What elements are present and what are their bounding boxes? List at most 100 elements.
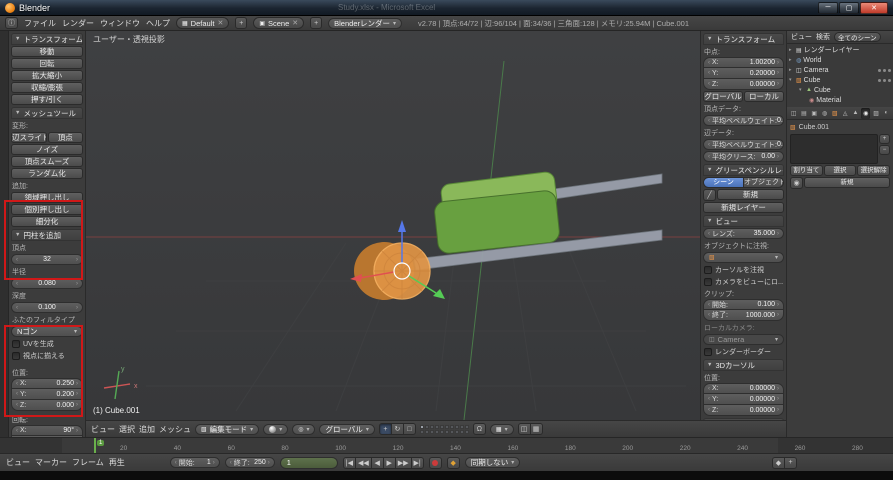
edge-bevel-weight-field[interactable]: 平均ベベルウェイト:0.00 <box>703 139 784 150</box>
select-button[interactable]: 選択 <box>824 165 857 176</box>
location-y-field[interactable]: Y:0.200 <box>11 389 83 400</box>
tab-render-icon[interactable]: ◫ <box>789 108 798 119</box>
expand-icon[interactable]: ▸ <box>789 47 794 53</box>
mode-dropdown[interactable]: ▧ 編集モード <box>195 424 259 435</box>
shading-dropdown[interactable] <box>263 424 288 435</box>
expand-icon[interactable]: ▸ <box>789 67 794 73</box>
frame-start-field[interactable]: 開始: 1 <box>170 457 220 468</box>
tab-render-layers-icon[interactable]: ▤ <box>799 108 808 119</box>
depth-field[interactable]: 0.100 <box>11 302 83 313</box>
local-camera-field[interactable]: ◫ Camera <box>703 334 784 345</box>
vertices-field[interactable]: 32 <box>11 254 83 265</box>
smooth-vertex-button[interactable]: 頂点スムーズ <box>11 156 83 167</box>
add-layout-button[interactable]: + <box>235 17 247 29</box>
lock-to-cursor-checkbox[interactable]: カーソルを注視 <box>704 265 783 275</box>
align-to-view-checkbox[interactable]: 視点に揃える <box>12 351 82 361</box>
keying-set-icon[interactable]: ◆ <box>447 457 460 469</box>
randomize-button[interactable]: ランダム化 <box>11 168 83 179</box>
median-x-field[interactable]: X:1.00200 <box>703 57 784 68</box>
menu-help[interactable]: ヘルプ <box>146 18 170 29</box>
local-button[interactable]: ローカル <box>744 91 784 102</box>
close-button[interactable]: ✕ <box>860 2 888 14</box>
add-slot-button[interactable]: + <box>879 134 890 144</box>
minimize-button[interactable]: ─ <box>818 2 838 14</box>
panel-header-grease-pencil[interactable]: ▼ グリースペンシルレイ... <box>703 164 784 176</box>
tab-texture-icon[interactable]: ▨ <box>871 108 880 119</box>
menu-render[interactable]: レンダー <box>62 18 94 29</box>
viewport-canvas[interactable]: x y <box>86 31 700 420</box>
snap-magnet-icon[interactable]: Ω <box>473 423 486 435</box>
menu-mesh[interactable]: メッシュ <box>159 424 191 435</box>
scale-button[interactable]: 拡大縮小 <box>11 70 83 81</box>
remove-slot-button[interactable]: − <box>879 145 890 155</box>
panel-header-3d-cursor[interactable]: ▼ 3Dカーソル <box>703 359 784 371</box>
edge-slide-button[interactable]: 辺スライド <box>11 132 47 143</box>
tab-scene-icon[interactable]: ▣ <box>810 108 819 119</box>
shrink-fatten-button[interactable]: 収縮/膨張 <box>11 82 83 93</box>
layout-unlink-icon[interactable]: ✕ <box>217 19 223 27</box>
tab-object[interactable]: オブジェクト <box>744 177 784 188</box>
timeline-menu-view[interactable]: ビュー <box>6 457 30 468</box>
cap-fill-dropdown[interactable]: Nゴン <box>11 326 83 337</box>
render-engine-selector[interactable]: Blenderレンダー <box>328 18 402 29</box>
vertex-bevel-weight-field[interactable]: 平均ベベルウェイト:0.00 <box>703 115 784 126</box>
cursor-y-field[interactable]: Y:0.00000 <box>703 394 784 405</box>
snap-element-dropdown[interactable]: ▦ <box>490 424 514 435</box>
location-x-field[interactable]: X:0.250 <box>11 378 83 389</box>
clip-start-field[interactable]: 開始:0.100 <box>703 299 784 310</box>
editor-type-icon[interactable]: ⓘ <box>5 17 18 29</box>
lock-to-object-field[interactable]: ▧ <box>703 252 784 263</box>
delete-keyframe-button[interactable]: + <box>784 457 797 469</box>
cursor-z-field[interactable]: Z:0.00000 <box>703 405 784 416</box>
rotation-x-field[interactable]: X:90° <box>11 425 83 436</box>
screen-layout-selector[interactable]: ▦ Default ✕ <box>176 17 229 29</box>
extrude-individual-button[interactable]: 個別押し出し <box>11 204 83 215</box>
av-sync-dropdown[interactable]: 同期しない <box>465 457 521 468</box>
panel-header-view[interactable]: ▼ ビュー <box>703 215 784 227</box>
cylinder-object[interactable] <box>354 242 430 300</box>
new-material-button[interactable]: 新規 <box>804 177 890 188</box>
outliner-item-renderlayers[interactable]: ▸ ▤ レンダーレイヤー <box>789 45 891 55</box>
panel-header-meshtools[interactable]: ▼ メッシュツール <box>11 107 83 119</box>
new-layer-button[interactable]: 新規レイヤー <box>703 202 784 213</box>
scale-manipulator-icon[interactable]: □ <box>403 423 416 435</box>
translate-button[interactable]: 移動 <box>11 46 83 57</box>
jump-to-end-button[interactable]: ▶| <box>411 457 424 469</box>
expand-icon[interactable]: ▾ <box>789 77 794 83</box>
expand-icon[interactable]: ▸ <box>789 57 794 63</box>
panel-header-transform[interactable]: ▼ トランスフォーム <box>11 33 83 45</box>
scene-selector[interactable]: ▣ Scene ✕ <box>253 17 304 29</box>
menu-window[interactable]: ウィンドウ <box>100 18 140 29</box>
radius-field[interactable]: 0.080 <box>11 278 83 289</box>
scene-unlink-icon[interactable]: ✕ <box>292 19 298 27</box>
orientation-dropdown[interactable]: グローバル <box>319 424 374 435</box>
pivot-dropdown[interactable]: ◎ <box>292 424 315 435</box>
outliner-filter-dropdown[interactable]: 全てのシーン <box>834 32 881 42</box>
maximize-button[interactable]: ▢ <box>839 2 859 14</box>
assign-button[interactable]: 割り当て <box>790 165 823 176</box>
next-keyframe-button[interactable]: ▶▶ <box>395 457 412 469</box>
current-frame-field[interactable]: 1 <box>280 457 338 469</box>
outliner-item-camera[interactable]: ▸ ◫ Camera <box>789 65 891 75</box>
lock-camera-checkbox[interactable]: カメラをビューにロ... <box>704 277 783 287</box>
location-z-field[interactable]: Z:0.000 <box>11 400 83 411</box>
tab-object-icon[interactable]: ▧ <box>830 108 839 119</box>
rotate-button[interactable]: 回転 <box>11 58 83 69</box>
restriction-icons[interactable] <box>878 69 891 72</box>
push-pull-button[interactable]: 押す/引く <box>11 94 83 105</box>
global-button[interactable]: グローバル <box>703 91 743 102</box>
vertex-slide-button[interactable]: 頂点 <box>48 132 84 143</box>
timeline-menu-playback[interactable]: 再生 <box>109 457 125 468</box>
layer-grid[interactable] <box>420 425 469 434</box>
panel-header-transform[interactable]: ▼ トランスフォーム <box>703 33 784 45</box>
outliner-menu-search[interactable]: 検索 <box>816 32 830 42</box>
restriction-icons[interactable] <box>878 79 891 82</box>
mean-crease-field[interactable]: 平均クリース:0.00 <box>703 151 784 162</box>
menu-view[interactable]: ビュー <box>91 424 115 435</box>
outliner-item-world[interactable]: ▸ ◍ World <box>789 55 891 65</box>
frame-end-field[interactable]: 終了: 250 <box>225 457 275 468</box>
rotate-manipulator-icon[interactable]: ↻ <box>391 423 404 435</box>
outliner-item-cube[interactable]: ▾ ▧ Cube <box>789 75 891 85</box>
subdivide-button[interactable]: 細分化 <box>11 216 83 227</box>
tab-scene[interactable]: シーン <box>703 177 744 188</box>
